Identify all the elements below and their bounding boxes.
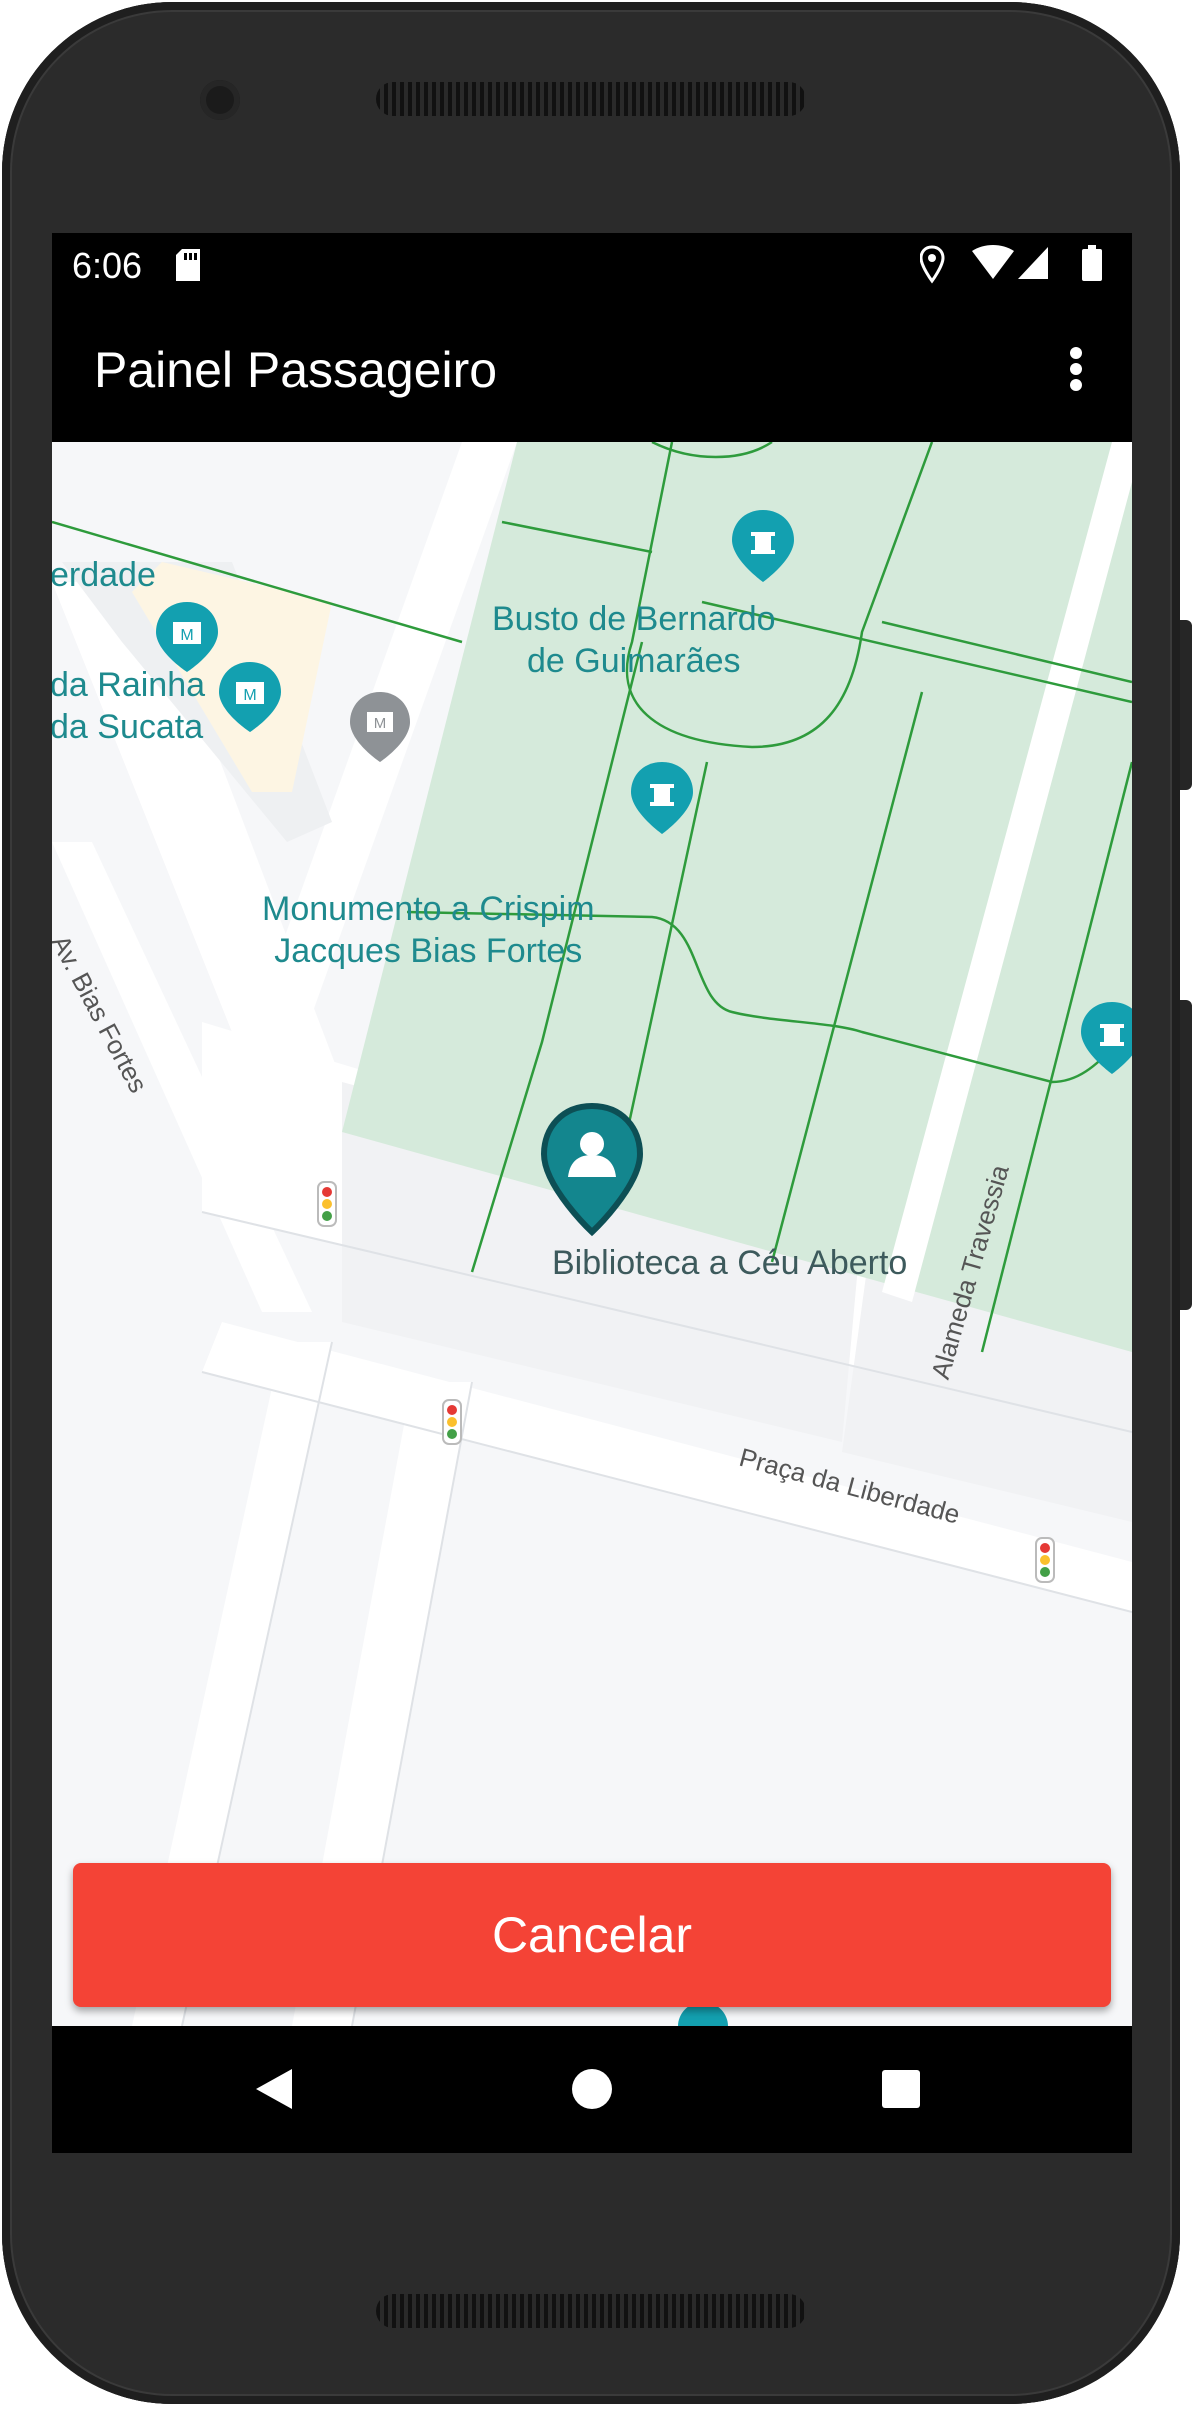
svg-text:M: M bbox=[180, 627, 193, 644]
back-icon bbox=[256, 2069, 292, 2109]
volume-button bbox=[1180, 620, 1192, 790]
back-button[interactable] bbox=[192, 2026, 352, 2153]
status-time: 6:06 bbox=[72, 245, 143, 286]
signal-icon bbox=[1018, 247, 1048, 279]
status-icons bbox=[920, 245, 1102, 284]
wifi-icon bbox=[972, 245, 1014, 279]
recents-icon bbox=[882, 2070, 920, 2108]
place-label: da Rainha da Sucata bbox=[52, 666, 206, 746]
sd-card-icon bbox=[176, 249, 200, 281]
home-button[interactable] bbox=[512, 2026, 672, 2153]
screen: 6:06 Painel Passageiro M M M erdade da R… bbox=[52, 233, 1132, 2153]
bottom-speaker bbox=[376, 2294, 806, 2328]
home-icon bbox=[572, 2069, 612, 2109]
svg-text:M: M bbox=[374, 715, 387, 732]
power-button bbox=[1180, 1000, 1192, 1310]
top-speaker bbox=[376, 82, 806, 116]
front-camera bbox=[200, 80, 240, 120]
traffic-light-icon bbox=[317, 1181, 337, 1227]
svg-text:M: M bbox=[243, 687, 256, 704]
overflow-menu-button[interactable] bbox=[1028, 321, 1124, 417]
phone-frame: 6:06 Painel Passageiro M M M erdade da R… bbox=[0, 0, 1194, 2409]
app-bar: Painel Passageiro bbox=[52, 297, 1132, 442]
recents-button[interactable] bbox=[822, 2026, 982, 2153]
place-label: Busto de Bernardo de Guimarães bbox=[492, 600, 776, 680]
place-label: Biblioteca a Céu Aberto bbox=[552, 1244, 908, 1282]
map-view[interactable]: M M M erdade da Rainha da Sucata Busto d… bbox=[52, 442, 1132, 2026]
app-title: Painel Passageiro bbox=[94, 342, 498, 398]
place-label: Monumento a Crispim Jacques Bias Fortes bbox=[262, 890, 595, 970]
location-icon bbox=[920, 245, 945, 284]
cancel-button[interactable]: Cancelar bbox=[73, 1863, 1111, 2007]
overflow-menu-icon bbox=[1070, 347, 1082, 391]
traffic-light-icon bbox=[442, 1399, 462, 1445]
navigation-bar bbox=[52, 2026, 1132, 2153]
status-bar: 6:06 bbox=[52, 233, 1132, 297]
traffic-light-icon bbox=[1035, 1537, 1055, 1583]
battery-icon bbox=[1082, 245, 1102, 281]
place-label: erdade bbox=[52, 556, 156, 594]
